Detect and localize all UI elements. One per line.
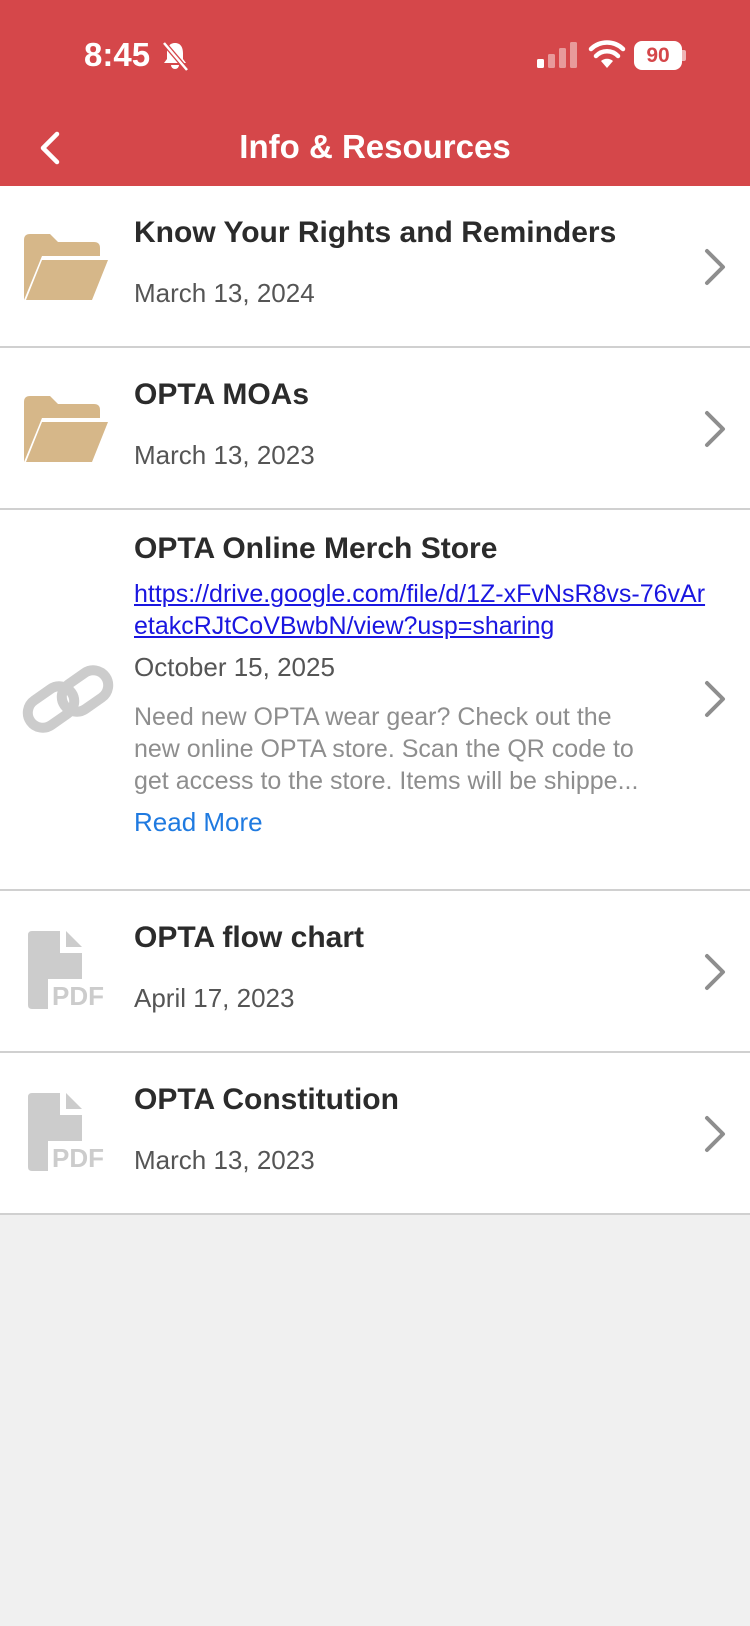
item-description: Need new OPTA wear gear? Check out the n… xyxy=(134,701,710,797)
item-link[interactable]: https://drive.google.com/file/d/1Z-xFvNs… xyxy=(134,578,710,642)
read-more-link[interactable]: Read More xyxy=(134,807,710,838)
item-title: OPTA MOAs xyxy=(134,378,310,411)
wifi-icon xyxy=(588,40,626,68)
link-icon xyxy=(22,665,114,733)
item-title: OPTA flow chart xyxy=(134,921,365,954)
cellular-signal-icon xyxy=(537,42,577,68)
chevron-right-icon xyxy=(705,411,725,447)
item-title: OPTA Online Merch Store xyxy=(134,532,498,565)
bell-muted-icon xyxy=(162,41,189,72)
item-date: October 15, 2025 xyxy=(134,652,335,682)
status-bar: 8:45 90 xyxy=(0,0,750,110)
app-header: 8:45 90 Info & Resources xyxy=(0,0,750,186)
chevron-right-icon xyxy=(705,681,725,717)
list-item-constitution[interactable]: PDF OPTA Constitution March 13, 2023 xyxy=(0,1053,750,1215)
resource-list: Know Your Rights and Reminders March 13,… xyxy=(0,186,750,1215)
folder-icon xyxy=(24,396,108,462)
item-date: March 13, 2024 xyxy=(134,278,315,308)
battery-level: 90 xyxy=(634,41,682,70)
list-item-merch-store[interactable]: OPTA Online Merch Store https://drive.go… xyxy=(0,510,750,891)
list-item-flow-chart[interactable]: PDF OPTA flow chart April 17, 2023 xyxy=(0,891,750,1053)
battery-tip xyxy=(682,50,686,61)
item-date: March 13, 2023 xyxy=(134,440,315,470)
status-time: 8:45 xyxy=(84,36,151,73)
description-line: Need new OPTA wear gear? Check out the xyxy=(134,703,612,731)
folder-icon xyxy=(24,234,108,300)
list-item-opta-moas[interactable]: OPTA MOAs March 13, 2023 xyxy=(0,348,750,510)
item-date: April 17, 2023 xyxy=(134,983,295,1013)
pdf-icon: PDF xyxy=(28,1093,104,1173)
chevron-right-icon xyxy=(705,954,725,990)
description-line: get access to the store. Items will be s… xyxy=(134,767,639,795)
list-item-know-your-rights[interactable]: Know Your Rights and Reminders March 13,… xyxy=(0,186,750,348)
description-line: new online OPTA store. Scan the QR code … xyxy=(134,735,634,763)
chevron-right-icon xyxy=(705,249,725,285)
svg-text:PDF: PDF xyxy=(52,1143,104,1173)
item-title: OPTA Constitution xyxy=(134,1083,399,1116)
item-title: Know Your Rights and Reminders xyxy=(134,216,617,249)
page-title: Info & Resources xyxy=(239,128,511,165)
chevron-right-icon xyxy=(705,1116,725,1152)
svg-text:PDF: PDF xyxy=(52,981,104,1011)
battery-icon: 90 xyxy=(634,41,686,70)
item-date: March 13, 2023 xyxy=(134,1145,315,1175)
pdf-icon: PDF xyxy=(28,931,104,1011)
